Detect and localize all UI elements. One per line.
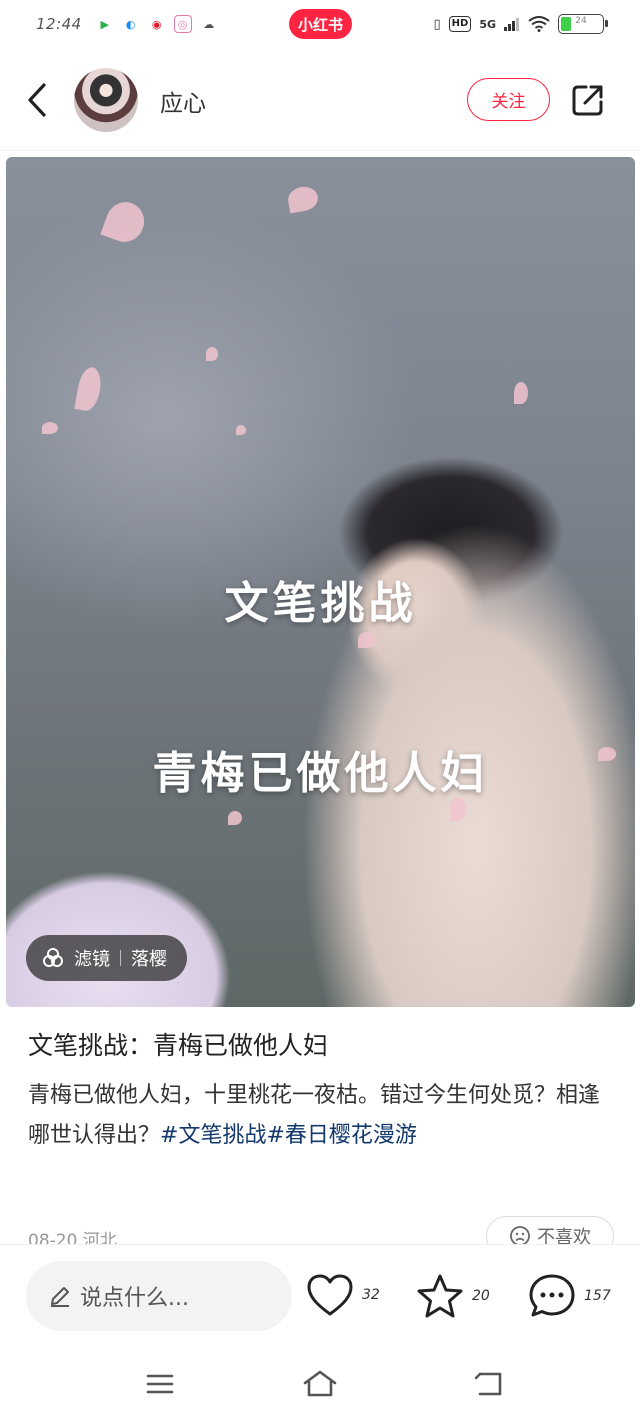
image-overlay-title: 文笔挑战	[224, 578, 417, 629]
vibrate-icon: ▯	[433, 16, 441, 32]
filter-icon	[43, 948, 63, 967]
comment-input[interactable]: 说点什么...	[26, 1261, 292, 1331]
comments-button[interactable]: 157	[528, 1273, 611, 1319]
share-button[interactable]	[568, 80, 608, 120]
petal-decoration	[42, 422, 58, 434]
like-button[interactable]: 32	[306, 1273, 380, 1317]
avatar[interactable]	[74, 68, 138, 132]
note-title: 文笔挑战：青梅已做他人妇	[28, 1031, 329, 1060]
petal-decoration	[286, 184, 320, 214]
collect-count: 20	[472, 1288, 490, 1304]
share-icon	[572, 85, 603, 116]
header-divider	[0, 150, 640, 151]
status-time: 12:44	[36, 15, 82, 33]
petal-decoration	[228, 811, 242, 825]
follow-button[interactable]: 关注	[467, 78, 550, 121]
engagement-bar: 说点什么... 32 20 157	[0, 1244, 640, 1344]
petal-decoration	[358, 632, 376, 648]
back-nav-button[interactable]	[468, 1368, 508, 1400]
petal-decoration	[514, 382, 528, 404]
pencil-icon	[51, 1287, 69, 1307]
comment-placeholder: 说点什么...	[80, 1286, 189, 1311]
video-app-icon: ▶	[100, 17, 109, 31]
menu-icon	[146, 1374, 174, 1394]
browser-app-icon: ◐	[125, 17, 136, 31]
petal-decoration	[206, 347, 218, 361]
system-nav-bar	[0, 1344, 640, 1422]
hashtag-link[interactable]: #文笔挑战	[160, 1123, 266, 1148]
home-icon	[303, 1370, 337, 1397]
collect-button[interactable]: 20	[416, 1273, 490, 1319]
comment-icon	[529, 1274, 575, 1317]
cloud-app-icon: ☁	[203, 17, 215, 31]
battery-level: 24	[575, 16, 587, 26]
camera-app-icon: ◎	[173, 15, 192, 33]
post-image[interactable]: 文笔挑战 青梅已做他人妇 滤镜 落樱	[6, 157, 635, 1007]
filter-badge[interactable]: 滤镜 落樱	[26, 935, 187, 981]
petal-decoration	[74, 365, 104, 413]
author-name[interactable]: 应心	[160, 84, 206, 118]
note-body: 青梅已做他人妇，十里桃花一夜枯。错过今生何处觅？相逢哪世认得出？#文笔挑战#春日…	[28, 1076, 618, 1156]
hashtag-link[interactable]: #春日樱花漫游	[266, 1123, 416, 1148]
star-icon	[417, 1274, 463, 1318]
filter-name: 落樱	[131, 949, 167, 970]
battery-icon: 24	[558, 14, 608, 34]
petal-decoration	[100, 196, 150, 248]
home-button[interactable]	[300, 1368, 340, 1400]
filter-label: 滤镜	[74, 949, 110, 970]
signal-icon	[504, 18, 519, 31]
back-button[interactable]	[22, 80, 52, 120]
hd-badge: HD	[448, 16, 472, 32]
comment-count: 157	[584, 1288, 611, 1304]
notification-icons: ▶ ◐ ◉ ◎ ☁	[96, 15, 218, 33]
heart-icon	[307, 1274, 353, 1316]
chevron-left-icon	[28, 83, 46, 117]
return-icon	[474, 1372, 502, 1396]
network-label: 5G	[479, 17, 496, 31]
note-header: 应心 关注	[0, 60, 640, 140]
menu-button[interactable]	[140, 1368, 180, 1400]
wifi-icon	[528, 16, 550, 32]
petal-decoration	[236, 425, 246, 435]
filter-divider	[120, 950, 121, 966]
status-indicators: ▯ HD 5G 24	[433, 14, 608, 34]
brand-logo: 小红书	[289, 9, 352, 39]
like-count: 32	[362, 1287, 380, 1303]
weibo-app-icon: ◉	[151, 17, 162, 31]
image-overlay-subtitle: 青梅已做他人妇	[152, 748, 489, 799]
